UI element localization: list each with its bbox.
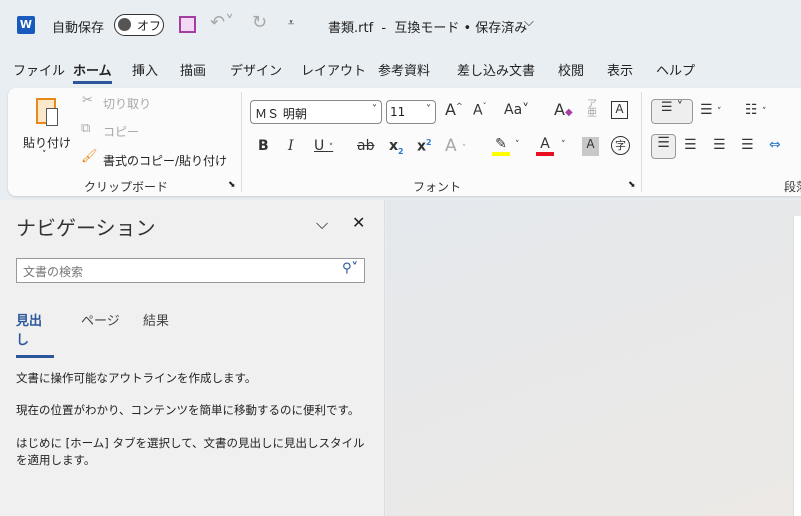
character-shading-icon[interactable]: A	[582, 137, 599, 156]
shrink-font-icon[interactable]: Aˇ	[473, 102, 487, 119]
cut-button[interactable]: 切り取り	[103, 95, 151, 112]
copy-button[interactable]: コピー	[103, 123, 139, 140]
font-name-select[interactable]: ＭＳ 明朝 ˅	[250, 100, 382, 124]
highlight-color-icon[interactable]: ✎	[492, 136, 510, 156]
search-icon[interactable]: ⚲˅	[342, 261, 358, 276]
justify-button[interactable]: ☰	[741, 137, 754, 153]
paragraph-group-label: 段落	[784, 180, 801, 194]
copy-icon: ⧉	[81, 121, 91, 136]
ribbon: 貼り付け ˅ ✂ 切り取り ⧉ コピー 🖌 書式のコピー/貼り付け クリップボー…	[8, 88, 801, 196]
tab-review[interactable]: 校閲	[558, 60, 584, 79]
nav-message: 文書に操作可能なアウトラインを作成します。	[16, 371, 257, 385]
navigation-pane: ナビゲーション ⌵ ✕ 文書の検索 ⚲˅ 見出し ページ 結果 文書に操作可能な…	[0, 200, 385, 516]
enclose-characters-icon[interactable]: 字	[611, 136, 630, 155]
tab-pages[interactable]: ページ	[81, 310, 120, 329]
nav-options-icon[interactable]: ⌵	[316, 214, 328, 234]
tab-view[interactable]: 表示	[607, 60, 633, 79]
tab-home[interactable]: ホーム	[73, 60, 112, 84]
chevron-down-icon: ˅	[42, 150, 47, 160]
tab-results[interactable]: 結果	[143, 310, 169, 329]
clear-formatting-icon[interactable]: A◆	[554, 100, 573, 119]
tab-draw[interactable]: 描画	[180, 60, 206, 79]
dialog-launcher-icon[interactable]: ⬊	[628, 180, 636, 190]
italic-icon[interactable]: I	[288, 138, 294, 154]
tab-file[interactable]: ファイル	[13, 60, 65, 79]
change-case-icon[interactable]: Aa˅	[504, 102, 529, 118]
superscript-icon[interactable]: x2	[417, 138, 432, 155]
tab-mailings[interactable]: 差し込み文書	[457, 60, 535, 79]
multilevel-list-button[interactable]: ☷ ˅	[745, 102, 767, 118]
numbering-button[interactable]: ☰ ˅	[700, 102, 722, 118]
tab-insert[interactable]: 挿入	[132, 60, 158, 79]
redo-icon[interactable]: ↻	[252, 12, 267, 33]
distributed-button[interactable]: ⇔	[769, 137, 781, 153]
format-painter-button[interactable]: 書式のコピー/貼り付け	[103, 152, 227, 169]
align-right-button[interactable]: ☰	[713, 137, 726, 153]
document-area[interactable]	[386, 200, 801, 516]
strikethrough-icon[interactable]: ab	[357, 138, 374, 154]
chevron-down-icon[interactable]: ⌵	[524, 15, 534, 30]
align-left-button[interactable]: ☰	[651, 134, 676, 159]
save-icon[interactable]	[179, 16, 196, 33]
bold-icon[interactable]: B	[258, 138, 269, 154]
underline-icon[interactable]: U ˅	[314, 138, 333, 154]
document-title[interactable]: 書類.rtf - 互換モード • 保存済み	[328, 17, 527, 36]
format-painter-icon: 🖌	[81, 149, 98, 164]
text-effects-icon[interactable]: A ˅	[445, 136, 467, 156]
grow-font-icon[interactable]: A^	[445, 100, 463, 119]
character-border-icon[interactable]: A	[611, 101, 628, 119]
search-input[interactable]: 文書の検索 ⚲˅	[16, 258, 365, 283]
font-group-label: フォント	[413, 180, 462, 194]
word-icon: W	[17, 16, 35, 34]
document-page[interactable]	[793, 216, 801, 516]
nav-message: はじめに [ホーム] タブを選択して、文書の見出しに見出しスタイルを適用します。	[16, 436, 365, 467]
subscript-icon[interactable]: x2	[389, 138, 404, 156]
autosave-toggle[interactable]: オフ	[114, 14, 164, 36]
nav-title: ナビゲーション	[16, 216, 156, 240]
paste-button[interactable]: 貼り付け ˅	[22, 94, 72, 164]
font-size-select[interactable]: 11 ˅	[386, 100, 436, 124]
tab-references[interactable]: 参考資料	[378, 60, 430, 79]
title-bar: W 自動保存 オフ ↶˅ ↻ ⩡ 書類.rtf - 互換モード • 保存済み ⌵	[0, 12, 801, 40]
close-icon[interactable]: ✕	[352, 213, 365, 232]
bullets-button[interactable]: ☰ ˅	[651, 99, 693, 124]
align-center-button[interactable]: ☰	[684, 137, 697, 153]
phonetic-guide-icon[interactable]: ア亜	[587, 100, 597, 119]
tab-layout[interactable]: レイアウト	[301, 60, 366, 79]
dialog-launcher-icon[interactable]: ⬊	[228, 180, 236, 190]
nav-message: 現在の位置がわかり、コンテンツを簡単に移動するのに便利です。	[16, 403, 360, 417]
autosave-label: 自動保存	[52, 21, 105, 36]
customize-qat-icon[interactable]: ⩡	[288, 16, 294, 30]
cut-icon: ✂	[82, 93, 93, 108]
clipboard-group-label: クリップボード	[84, 180, 169, 194]
undo-icon[interactable]: ↶˅	[210, 12, 234, 33]
tab-help[interactable]: ヘルプ	[656, 60, 695, 79]
font-color-icon[interactable]: A	[536, 136, 554, 156]
tab-headings[interactable]: 見出し	[16, 310, 54, 358]
tab-design[interactable]: デザイン	[230, 60, 282, 79]
